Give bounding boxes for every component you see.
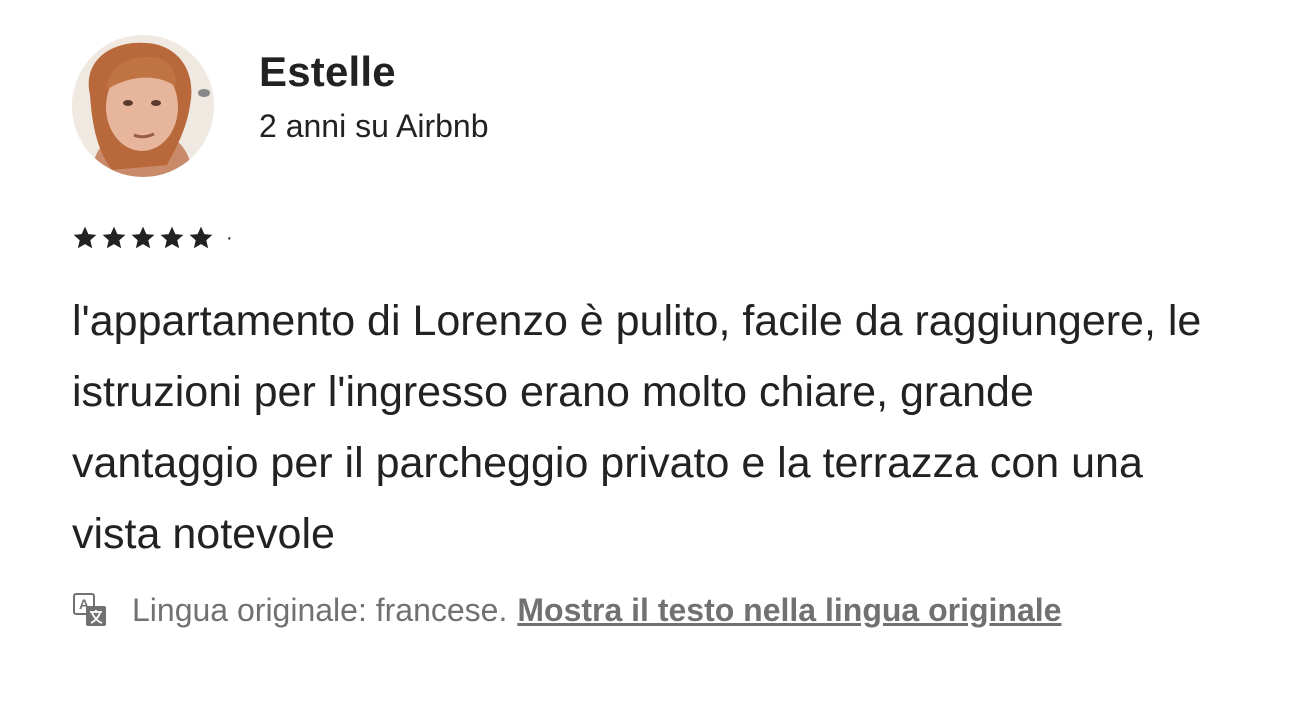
avatar-photo: [72, 35, 214, 177]
rating-separator: ·: [226, 227, 233, 249]
star-rating: [72, 225, 214, 251]
reviewer-info: Estelle 2 anni su Airbnb: [259, 46, 489, 148]
translation-row: A Lingua originale: francese. Mostra il …: [72, 590, 1252, 630]
translate-icon: A: [73, 593, 106, 626]
star-icon: [102, 226, 126, 249]
star-icon: [73, 226, 97, 249]
star-icon: [160, 226, 184, 249]
reviewer-tenure: 2 anni su Airbnb: [259, 108, 489, 144]
review-text: l'appartamento di Lorenzo è pulito, faci…: [72, 297, 1202, 558]
reviewer-name[interactable]: Estelle: [259, 46, 489, 98]
star-icon: [189, 226, 213, 249]
original-language-note: Lingua originale: francese.: [132, 592, 508, 628]
rating-row: ·: [72, 223, 1252, 253]
review-header: Estelle 2 anni su Airbnb: [72, 34, 1252, 178]
review-card: Estelle 2 anni su Airbnb · l'appartament…: [72, 34, 1252, 630]
avatar[interactable]: [72, 35, 214, 177]
star-icon: [131, 226, 155, 249]
show-original-link[interactable]: Mostra il testo nella lingua originale: [517, 590, 1061, 630]
